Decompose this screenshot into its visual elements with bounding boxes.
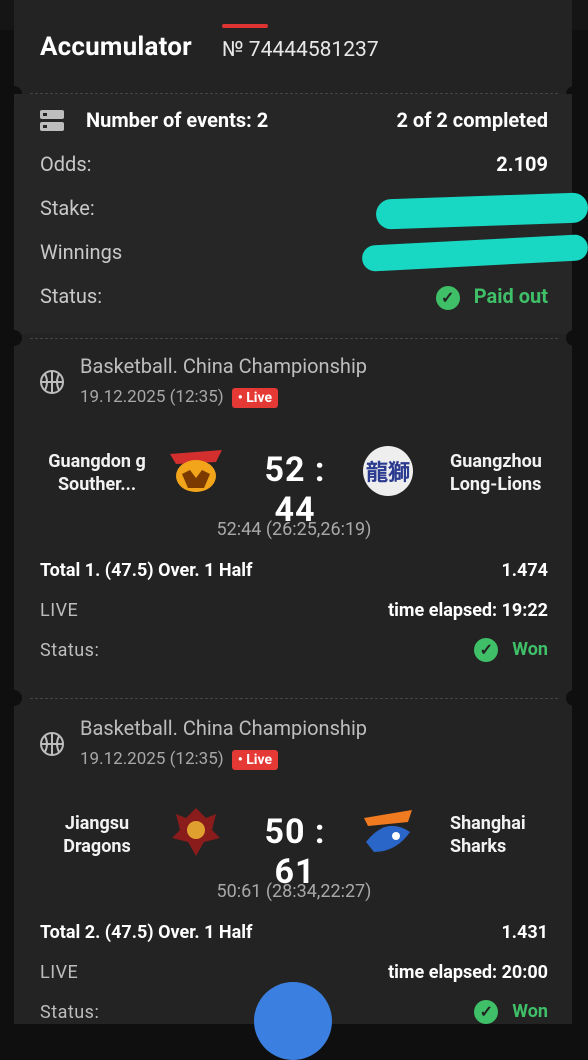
divider (30, 338, 558, 339)
notch-right (566, 330, 582, 346)
team-away: Guangzhou Long-Lions (450, 451, 542, 495)
check-icon: ✓ (474, 1000, 499, 1024)
status-paid: ✓ Paid out (435, 284, 548, 310)
live-badge: • Live (231, 749, 279, 770)
floating-action-button[interactable] (254, 982, 332, 1060)
live-label: LIVE (40, 600, 79, 621)
notch-left (6, 690, 22, 706)
winnings-label: Winnings (40, 240, 123, 264)
notch-left (6, 330, 22, 346)
event-date-text: 19.12.2025 (12:35) (80, 387, 224, 407)
live-label: LIVE (40, 962, 79, 983)
team-home: Guangdon g Souther... (48, 451, 146, 495)
check-icon: ✓ (435, 285, 460, 310)
divider (30, 698, 558, 699)
bet-odds: 1.474 (501, 560, 548, 581)
time-elapsed: time elapsed: 20:00 (388, 962, 548, 983)
odds-label: Odds: (40, 152, 92, 176)
status-value: Paid out (473, 284, 548, 308)
event-status-value: Won (512, 638, 548, 660)
score: 50 : 61 (264, 812, 326, 892)
event-date-text: 19.12.2025 (12:35) (80, 749, 224, 769)
team-away-logo: 龍獅 (363, 446, 413, 496)
event-status: ✓ Won (474, 638, 548, 662)
score: 52 : 44 (264, 450, 326, 530)
team-home-logo (170, 450, 222, 492)
event-date: 19.12.2025 (12:35) • Live (80, 749, 279, 770)
event-status: ✓ Won (474, 1000, 548, 1024)
ticket-title: Accumulator (40, 32, 192, 62)
team-away-logo (364, 810, 412, 852)
event-status-label: Status: (40, 1002, 100, 1023)
bet-market: Total 1. (47.5) Over. 1 Half (40, 560, 253, 581)
basketball-icon (40, 370, 64, 394)
events-count: Number of events: 2 (86, 108, 269, 132)
notch-right (566, 690, 582, 706)
svg-text:龍獅: 龍獅 (366, 460, 410, 486)
ticket-number: № 74444581237 (222, 38, 379, 62)
time-elapsed: time elapsed: 19:22 (388, 600, 548, 621)
check-icon: ✓ (474, 638, 499, 662)
team-away: Shanghai Sharks (450, 813, 526, 857)
stake-label: Stake: (40, 196, 95, 220)
basketball-icon (40, 732, 64, 756)
event-status-value: Won (512, 1000, 548, 1022)
events-icon (40, 110, 64, 131)
event-date: 19.12.2025 (12:35) • Live (80, 387, 279, 408)
team-home: Jiangsu Dragons (63, 813, 131, 857)
bet-market: Total 2. (47.5) Over. 1 Half (40, 922, 253, 943)
league-name: Basketball. China Championship (80, 354, 368, 378)
league-name: Basketball. China Championship (80, 716, 368, 740)
team-home-logo (172, 808, 220, 856)
odds-value: 2.109 (496, 152, 548, 176)
period-scores: 52:44 (26:25,26:19) (216, 519, 372, 540)
header-accent (222, 24, 268, 28)
bet-odds: 1.431 (501, 922, 548, 943)
completed-count: 2 of 2 completed (396, 108, 548, 132)
event-status-label: Status: (40, 640, 100, 661)
live-badge: • Live (231, 387, 279, 408)
status-label: Status: (40, 284, 103, 308)
period-scores: 50:61 (28:34,22:27) (216, 881, 372, 902)
